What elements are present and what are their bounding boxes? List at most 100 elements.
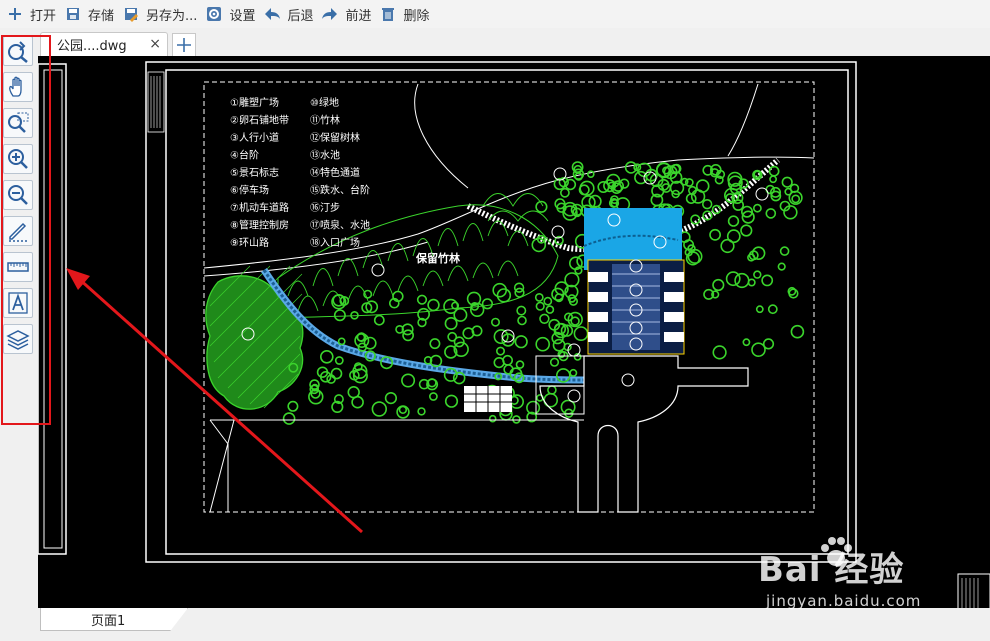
tree-symbol <box>428 392 438 401</box>
tree-symbol <box>734 272 750 289</box>
legend-item: ③人行小道 <box>230 131 279 144</box>
redo-arrow-icon <box>321 5 339 23</box>
save-as-button[interactable]: 另存为... <box>120 2 203 26</box>
tree-symbol <box>495 346 505 356</box>
tree-symbol <box>784 187 793 196</box>
tab-document[interactable]: 公园....dwg × <box>40 32 168 56</box>
tree-symbol <box>512 415 521 424</box>
tree-symbol <box>416 294 428 305</box>
tree-symbol <box>552 338 566 352</box>
back-button[interactable]: 后退 <box>261 2 319 26</box>
corner-frame-lines <box>961 578 979 608</box>
plan-boundary <box>203 81 815 513</box>
settings-button[interactable]: 设置 <box>203 2 261 26</box>
tree-symbol <box>560 187 570 198</box>
save-button[interactable]: 存储 <box>62 2 120 26</box>
zoom-out-tool[interactable] <box>3 180 33 210</box>
tree-symbol <box>790 324 805 339</box>
tree-symbol <box>570 316 580 326</box>
title-strip <box>147 71 165 133</box>
left-sheet-inner-frame <box>43 69 63 549</box>
back-label: 后退 <box>287 8 314 24</box>
lower-left-road <box>209 419 235 513</box>
zoom-window-icon <box>8 112 29 133</box>
legend-item: ②卵石铺地带 <box>230 114 289 127</box>
tree-symbol <box>334 356 344 365</box>
add-tab-button[interactable] <box>172 33 196 56</box>
tree-symbol <box>401 373 416 388</box>
tree-symbol <box>726 229 741 244</box>
delete-label: 删除 <box>403 8 430 24</box>
tree-symbol <box>429 338 441 350</box>
main-toolbar: 打开 存储 另存为... 设置 后退 前进 删除 <box>0 0 990 28</box>
legend-item: ⑧管理控制房 <box>230 219 289 232</box>
tree-symbol <box>712 278 725 292</box>
save-label: 存储 <box>88 8 115 24</box>
tree-symbol <box>769 175 777 184</box>
mountain-path-2 <box>727 83 759 157</box>
legend: ①雕塑广场 ②卵石铺地带 ③人行小道 ④台阶 ⑤景石标志 ⑥停车场 ⑦机动车道路 ⑧管理控制房… <box>230 96 370 249</box>
pencil-tool[interactable] <box>3 216 33 246</box>
zoom-in-tool[interactable] <box>3 144 33 174</box>
legend-item: ⑬水池 <box>310 149 340 162</box>
tree-symbol <box>755 305 764 314</box>
delete-button[interactable]: 删除 <box>377 2 435 26</box>
tree-symbol <box>543 392 559 408</box>
save-disk-icon <box>64 5 82 23</box>
text-tool[interactable] <box>3 288 33 318</box>
legend-item: ⑫保留树林 <box>310 131 360 144</box>
tree-symbol <box>447 331 458 342</box>
forward-button[interactable]: 前进 <box>319 2 377 26</box>
gear-icon <box>205 5 223 23</box>
tree-symbol <box>751 342 766 358</box>
tab-page-1[interactable]: 页面1 <box>40 608 188 631</box>
tree-symbol <box>384 392 398 405</box>
tab-page-1-label: 页面1 <box>91 613 126 629</box>
tree-symbol <box>502 354 513 366</box>
tree-symbol <box>417 407 426 416</box>
tree-symbol <box>680 177 689 186</box>
legend-item: ⑤景石标志 <box>230 166 279 179</box>
tree-symbol <box>287 400 299 412</box>
tree-symbol <box>516 305 527 316</box>
tree-symbol <box>753 203 762 213</box>
plus-icon <box>6 5 24 23</box>
plus-icon <box>177 38 191 52</box>
tree-symbol <box>791 194 801 204</box>
legend-item: ⑨环山路 <box>230 236 269 249</box>
back-arrow-tool[interactable] <box>3 36 33 66</box>
left-tool-panel <box>0 34 38 606</box>
measure-tool[interactable] <box>3 252 33 282</box>
zoom-window-tool[interactable] <box>3 108 33 138</box>
layers-tool[interactable] <box>3 324 33 354</box>
document-tab-bar: 公园....dwg × <box>38 30 990 56</box>
plan-marker <box>621 373 635 387</box>
tab-document-label: 公园....dwg <box>57 39 127 54</box>
tree-symbol <box>444 316 458 330</box>
tree-symbol <box>751 246 766 260</box>
tree-symbol <box>727 215 740 227</box>
tree-symbol <box>514 335 528 349</box>
pan-tool[interactable] <box>3 72 33 102</box>
tree-symbol <box>396 405 410 419</box>
tree-symbol <box>586 170 595 178</box>
pencil-icon <box>9 222 27 242</box>
tree-symbol <box>337 337 346 346</box>
open-button[interactable]: 打开 <box>4 2 62 26</box>
tree-symbol <box>765 208 777 219</box>
tree-symbol <box>768 165 780 177</box>
page-tab-bar: 页面1 <box>38 608 990 641</box>
cad-drawing: ①雕塑广场 ②卵石铺地带 ③人行小道 ④台阶 ⑤景石标志 ⑥停车场 ⑦机动车道路 ⑧管理控制房… <box>38 61 990 608</box>
tree-symbol <box>761 274 774 287</box>
tree-symbol <box>549 357 560 367</box>
tree-symbol <box>781 176 793 188</box>
close-icon[interactable]: × <box>149 36 161 52</box>
tree-symbol <box>535 301 545 311</box>
drawing-canvas[interactable]: ①雕塑广场 ②卵石铺地带 ③人行小道 ④台阶 ⑤景石标志 ⑥停车场 ⑦机动车道路 ⑧管理控制房… <box>38 56 990 608</box>
tree-symbol <box>427 298 440 312</box>
tree-symbol <box>539 313 550 324</box>
tree-symbol <box>330 367 343 380</box>
tree-symbol <box>709 228 721 241</box>
tree-symbol <box>788 288 799 299</box>
tree-symbol <box>742 338 751 347</box>
